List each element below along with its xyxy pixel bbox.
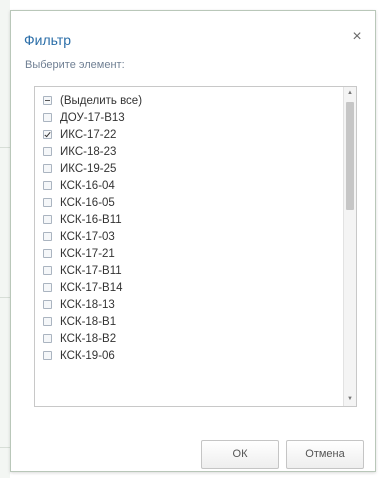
list-item-label: КСК-17-21 [60, 247, 115, 260]
dialog-subtitle: Выберите элемент: [25, 59, 125, 71]
list-item-label: ДОУ-17-В13 [60, 111, 125, 124]
list-item-label: КСК-18-В1 [60, 315, 117, 328]
checkbox[interactable] [43, 300, 52, 309]
list-item[interactable]: КСК-18-В1 [35, 313, 342, 330]
list-item[interactable]: КСК-19-06 [35, 347, 342, 364]
list-item-label: КСК-17-03 [60, 230, 115, 243]
checkbox[interactable] [43, 334, 52, 343]
checkbox[interactable] [43, 249, 52, 258]
scrollbar[interactable]: ▲ ▼ [343, 87, 356, 406]
checkbox[interactable] [43, 351, 52, 360]
list-item-label: КСК-16-04 [60, 179, 115, 192]
list-item-label: (Выделить все) [60, 94, 143, 107]
list-item[interactable]: КСК-16-04 [35, 177, 342, 194]
ok-button[interactable]: ОК [201, 440, 279, 469]
list-item[interactable]: КСК-17-03 [35, 228, 342, 245]
checkbox[interactable] [43, 283, 52, 292]
list-item[interactable]: ИКС-18-23 [35, 143, 342, 160]
list-item-label: КСК-19-06 [60, 349, 115, 362]
list-item[interactable]: КСК-17-21 [35, 245, 342, 262]
scroll-down-arrow-icon[interactable]: ▼ [344, 394, 356, 405]
element-listbox[interactable]: (Выделить все) ДОУ-17-В13 ИКС-17-22 ИКС-18-… [34, 86, 357, 407]
dialog-title: Фильтр [24, 32, 72, 48]
background-strip [0, 0, 10, 478]
checkbox[interactable] [43, 232, 52, 241]
select-all-item[interactable]: (Выделить все) [35, 92, 342, 109]
list-item-label: КСК-16-05 [60, 196, 115, 209]
checkbox[interactable] [43, 317, 52, 326]
list-item-label: ИКС-18-23 [60, 145, 117, 158]
list-item-label: ИКС-19-25 [60, 162, 117, 175]
cancel-button[interactable]: Отмена [286, 440, 364, 469]
list-item-label: КСК-16-В11 [60, 213, 122, 226]
list-item-label: КСК-17-В11 [60, 264, 122, 277]
list-item[interactable]: ИКС-19-25 [35, 160, 342, 177]
item-list: (Выделить все) ДОУ-17-В13 ИКС-17-22 ИКС-18-… [35, 92, 342, 364]
list-item[interactable]: КСК-17-В14 [35, 279, 342, 296]
list-item-label: КСК-17-В14 [60, 281, 123, 294]
checkbox[interactable] [43, 266, 52, 275]
background-divider [0, 447, 10, 448]
checkbox[interactable] [43, 164, 52, 173]
list-item[interactable]: КСК-18-13 [35, 296, 342, 313]
checkbox[interactable] [43, 215, 52, 224]
list-item-label: ИКС-17-22 [60, 128, 117, 141]
background-divider [0, 297, 10, 298]
checkbox[interactable] [43, 113, 52, 122]
checkbox[interactable] [43, 198, 52, 207]
filter-dialog: Фильтр × Выберите элемент: (Выделить все… [10, 10, 376, 472]
list-item[interactable]: КСК-16-05 [35, 194, 342, 211]
checkbox[interactable] [43, 130, 52, 139]
list-item[interactable]: КСК-18-В2 [35, 330, 342, 347]
list-item[interactable]: ИКС-17-22 [35, 126, 342, 143]
background-divider [0, 147, 10, 148]
list-item-label: КСК-18-В2 [60, 332, 117, 345]
checkbox[interactable] [43, 96, 52, 105]
close-icon[interactable]: × [349, 29, 365, 45]
scroll-up-arrow-icon[interactable]: ▲ [344, 88, 356, 99]
list-item[interactable]: КСК-16-В11 [35, 211, 342, 228]
scrollbar-thumb[interactable] [346, 102, 354, 210]
list-item[interactable]: ДОУ-17-В13 [35, 109, 342, 126]
list-item-label: КСК-18-13 [60, 298, 115, 311]
checkbox[interactable] [43, 147, 52, 156]
checkbox[interactable] [43, 181, 52, 190]
list-item[interactable]: КСК-17-В11 [35, 262, 342, 279]
